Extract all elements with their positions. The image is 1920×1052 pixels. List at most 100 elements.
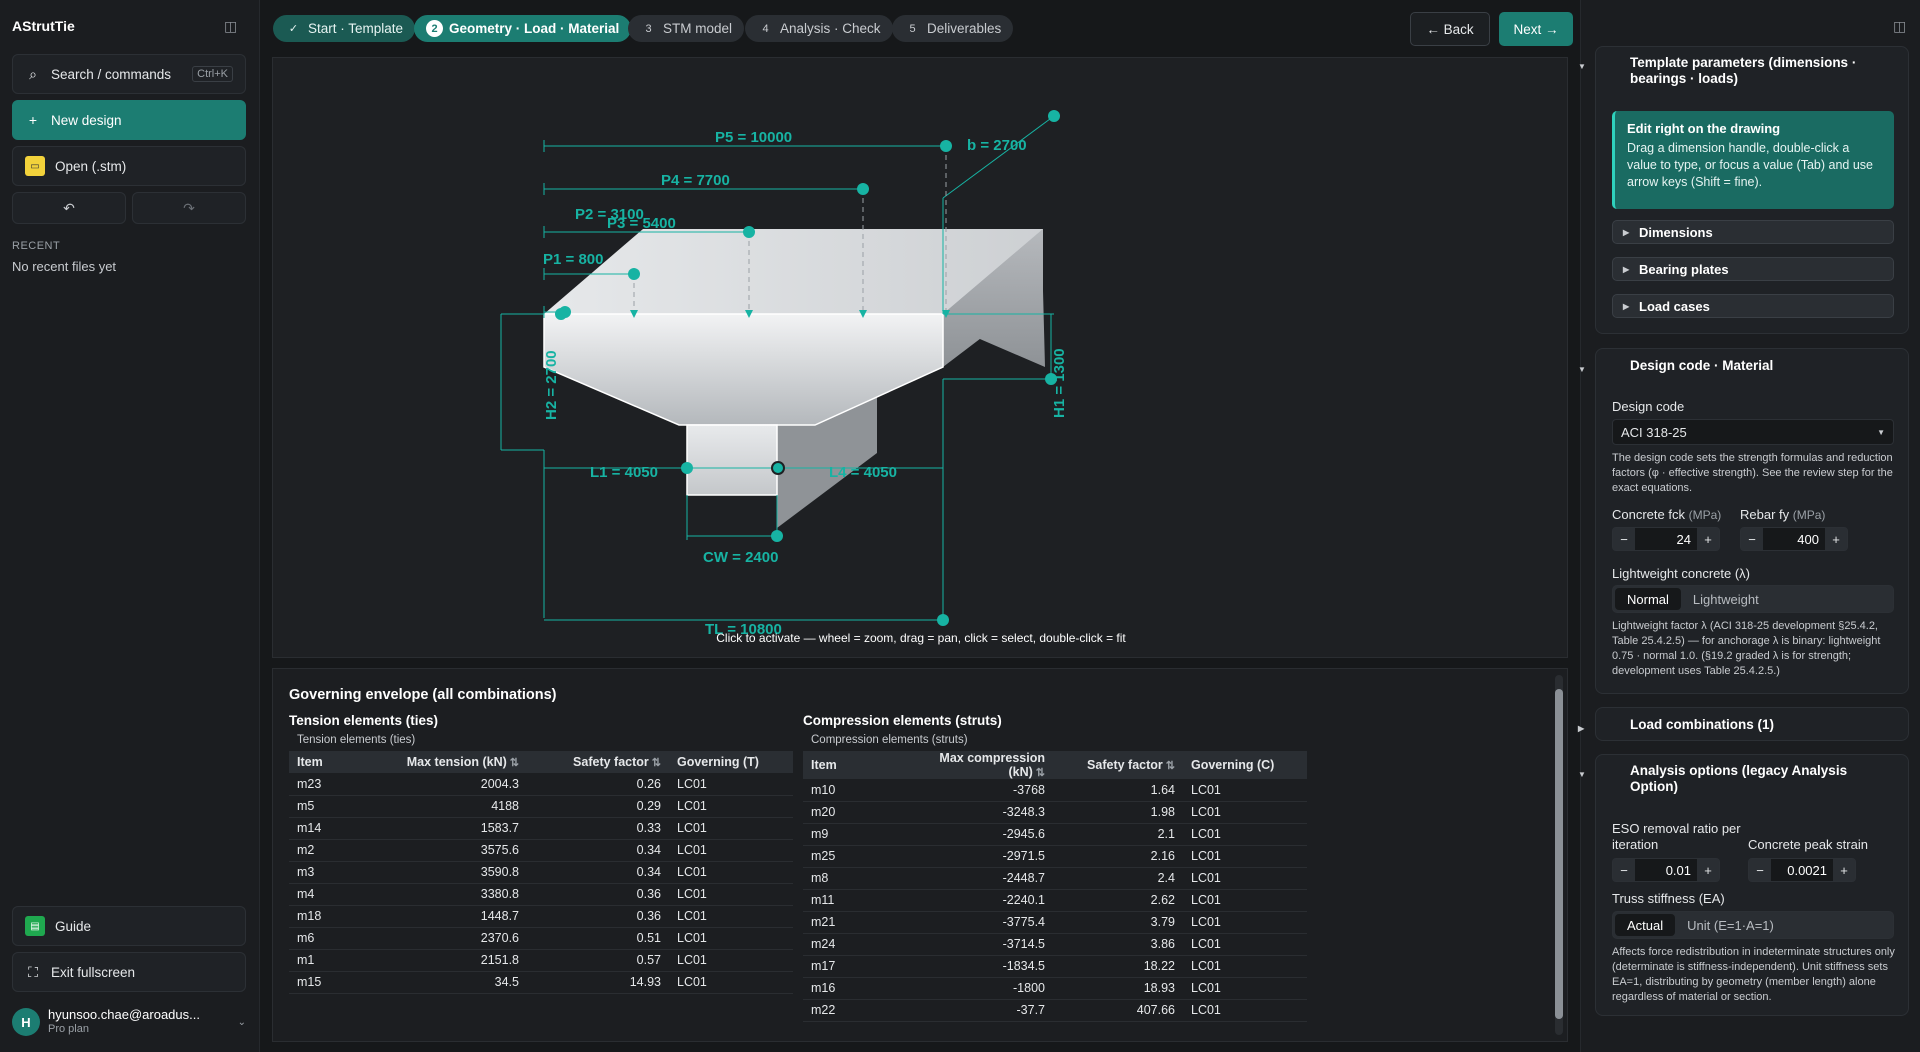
- cw-handle[interactable]: [771, 530, 783, 542]
- lightweight-toggle[interactable]: Normal Lightweight: [1612, 585, 1894, 613]
- exit-fullscreen-button[interactable]: ⛶ Exit fullscreen: [12, 952, 246, 992]
- compression-row[interactable]: m17 -1834.5 18.22 LC01: [803, 955, 1307, 978]
- h2-handle[interactable]: [555, 308, 567, 320]
- guide-button[interactable]: ▤ Guide: [12, 906, 246, 946]
- tension-row[interactable]: m14 1583.7 0.33 LC01: [289, 817, 793, 840]
- strain-value[interactable]: 0.0021: [1771, 863, 1833, 878]
- load-combinations-header[interactable]: ▶ Load combinations (1): [1578, 717, 1908, 733]
- design-code-header[interactable]: ▼ Design code · Material: [1578, 358, 1908, 374]
- col-max-tension[interactable]: Max tension (kN) ⇅: [379, 751, 527, 773]
- step-analysis-check[interactable]: 4 Analysis · Check: [745, 15, 893, 42]
- tl-handle[interactable]: [937, 614, 949, 626]
- tension-row[interactable]: m1 2151.8 0.57 LC01: [289, 949, 793, 972]
- cell-safety-factor: 0.26: [527, 773, 669, 796]
- sort-icon[interactable]: ⇅: [1036, 767, 1045, 779]
- back-button[interactable]: ← Back: [1410, 12, 1490, 46]
- p3-handle[interactable]: [743, 226, 755, 238]
- col-safety-factor[interactable]: Safety factor ⇅: [1053, 751, 1183, 779]
- col-safety-factor[interactable]: Safety factor ⇅: [527, 751, 669, 773]
- app-logo: AStrutTie: [12, 18, 75, 34]
- compression-row[interactable]: m21 -3775.4 3.79 LC01: [803, 911, 1307, 934]
- step-geometry-load-material[interactable]: 2 Geometry · Load · Material: [414, 15, 632, 42]
- column-front-face[interactable]: [686, 424, 778, 496]
- redo-button[interactable]: ↷: [132, 192, 246, 224]
- load-cases-section[interactable]: ▶ Load cases: [1612, 294, 1894, 318]
- ea-toggle[interactable]: Actual Unit (E=1·A=1): [1612, 911, 1894, 939]
- load-combinations-card[interactable]: ▶ Load combinations (1): [1578, 707, 1909, 741]
- b-handle[interactable]: [1048, 110, 1060, 122]
- cell-governing: LC01: [669, 883, 793, 906]
- compression-row[interactable]: m22 -37.7 407.66 LC01: [803, 999, 1307, 1022]
- compression-row[interactable]: m24 -3714.5 3.86 LC01: [803, 933, 1307, 956]
- sort-icon[interactable]: ⇅: [652, 757, 661, 769]
- p4-handle[interactable]: [857, 183, 869, 195]
- option-actual[interactable]: Actual: [1615, 914, 1676, 936]
- fy-stepper[interactable]: − 400 +: [1740, 527, 1848, 551]
- compression-row[interactable]: m8 -2448.7 2.4 LC01: [803, 867, 1307, 890]
- strain-label: Concrete peak strain: [1748, 837, 1868, 852]
- results-scrollbar[interactable]: [1555, 675, 1563, 1035]
- tension-row[interactable]: m2 3575.6 0.34 LC01: [289, 839, 793, 862]
- fy-value[interactable]: 400: [1763, 532, 1825, 547]
- increment-button[interactable]: +: [1697, 528, 1719, 550]
- drawing-canvas[interactable]: P5 = 10000 P4 = 7700 P3 = 5400 P2 = 3100…: [272, 57, 1568, 658]
- step-start-template[interactable]: ✓ Start · Template: [273, 15, 416, 42]
- increment-button[interactable]: +: [1833, 859, 1855, 881]
- compression-row[interactable]: m20 -3248.3 1.98 LC01: [803, 801, 1307, 824]
- sidebar-collapse-icon[interactable]: ◫: [224, 18, 237, 35]
- user-menu[interactable]: H hyunsoo.chae@aroadus... Pro plan ⌄: [12, 1004, 246, 1040]
- compression-row[interactable]: m9 -2945.6 2.1 LC01: [803, 823, 1307, 846]
- search-button[interactable]: ⌕ Search / commands Ctrl+K: [12, 54, 246, 94]
- compression-row[interactable]: m25 -2971.5 2.16 LC01: [803, 845, 1307, 868]
- decrement-button[interactable]: −: [1741, 528, 1763, 550]
- new-design-button[interactable]: + New design: [12, 100, 246, 140]
- tension-row[interactable]: m18 1448.7 0.36 LC01: [289, 905, 793, 928]
- cell-governing: LC01: [1183, 955, 1307, 978]
- step-stm-model[interactable]: 3 STM model: [628, 15, 745, 42]
- increment-button[interactable]: +: [1697, 859, 1719, 881]
- cell-force: 4188: [379, 795, 527, 818]
- analysis-options-header[interactable]: ▼ Analysis options (legacy Analysis Opti…: [1578, 763, 1908, 795]
- eso-stepper[interactable]: − 0.01 +: [1612, 858, 1720, 882]
- tension-row[interactable]: m3 3590.8 0.34 LC01: [289, 861, 793, 884]
- eso-label: ESO removal ratio per iteration: [1612, 821, 1741, 852]
- compression-row[interactable]: m10 -3768 1.64 LC01: [803, 779, 1307, 802]
- option-normal[interactable]: Normal: [1615, 588, 1681, 610]
- l4-handle[interactable]: [771, 461, 785, 475]
- decrement-button[interactable]: −: [1613, 528, 1635, 550]
- fck-stepper[interactable]: − 24 +: [1612, 527, 1720, 551]
- eso-value[interactable]: 0.01: [1635, 863, 1697, 878]
- bearing-plates-section[interactable]: ▶ Bearing plates: [1612, 257, 1894, 281]
- decrement-button[interactable]: −: [1613, 859, 1635, 881]
- concrete-front-face[interactable]: [543, 313, 944, 426]
- option-unit[interactable]: Unit (E=1·A=1): [1675, 914, 1786, 936]
- scrollbar-thumb[interactable]: [1555, 689, 1563, 1019]
- tension-row[interactable]: m6 2370.6 0.51 LC01: [289, 927, 793, 950]
- panel-collapse-icon[interactable]: ◫: [1893, 18, 1906, 35]
- decrement-button[interactable]: −: [1749, 859, 1771, 881]
- design-code-select[interactable]: ACI 318-25 ▼: [1612, 419, 1894, 445]
- increment-button[interactable]: +: [1825, 528, 1847, 550]
- p2-handle[interactable]: [628, 268, 640, 280]
- strain-stepper[interactable]: − 0.0021 +: [1748, 858, 1856, 882]
- l1-handle[interactable]: [681, 462, 693, 474]
- undo-button[interactable]: ↶: [12, 192, 126, 224]
- next-button[interactable]: Next →: [1499, 12, 1573, 46]
- p5-handle[interactable]: [940, 140, 952, 152]
- dimensions-section[interactable]: ▶ Dimensions: [1612, 220, 1894, 244]
- compression-row[interactable]: m16 -1800 18.93 LC01: [803, 977, 1307, 1000]
- tension-row[interactable]: m23 2004.3 0.26 LC01: [289, 773, 793, 796]
- tension-row[interactable]: m5 4188 0.29 LC01: [289, 795, 793, 818]
- open-file-button[interactable]: ▭ Open (.stm): [12, 146, 246, 186]
- sort-icon[interactable]: ⇅: [510, 757, 519, 769]
- col-max-compression[interactable]: Max compression (kN) ⇅: [893, 751, 1053, 779]
- compression-row[interactable]: m11 -2240.1 2.62 LC01: [803, 889, 1307, 912]
- fck-value[interactable]: 24: [1635, 532, 1697, 547]
- step-deliverables[interactable]: 5 Deliverables: [892, 15, 1014, 42]
- tension-row[interactable]: m15 34.5 14.93 LC01: [289, 971, 793, 994]
- sort-icon[interactable]: ⇅: [1166, 760, 1175, 772]
- drawing-svg[interactable]: P5 = 10000 P4 = 7700 P3 = 5400 P2 = 3100…: [273, 58, 1569, 659]
- tension-row[interactable]: m4 3380.8 0.36 LC01: [289, 883, 793, 906]
- template-parameters-header[interactable]: ▼ Template parameters (dimensions · bear…: [1578, 55, 1908, 87]
- option-lightweight[interactable]: Lightweight: [1681, 588, 1771, 610]
